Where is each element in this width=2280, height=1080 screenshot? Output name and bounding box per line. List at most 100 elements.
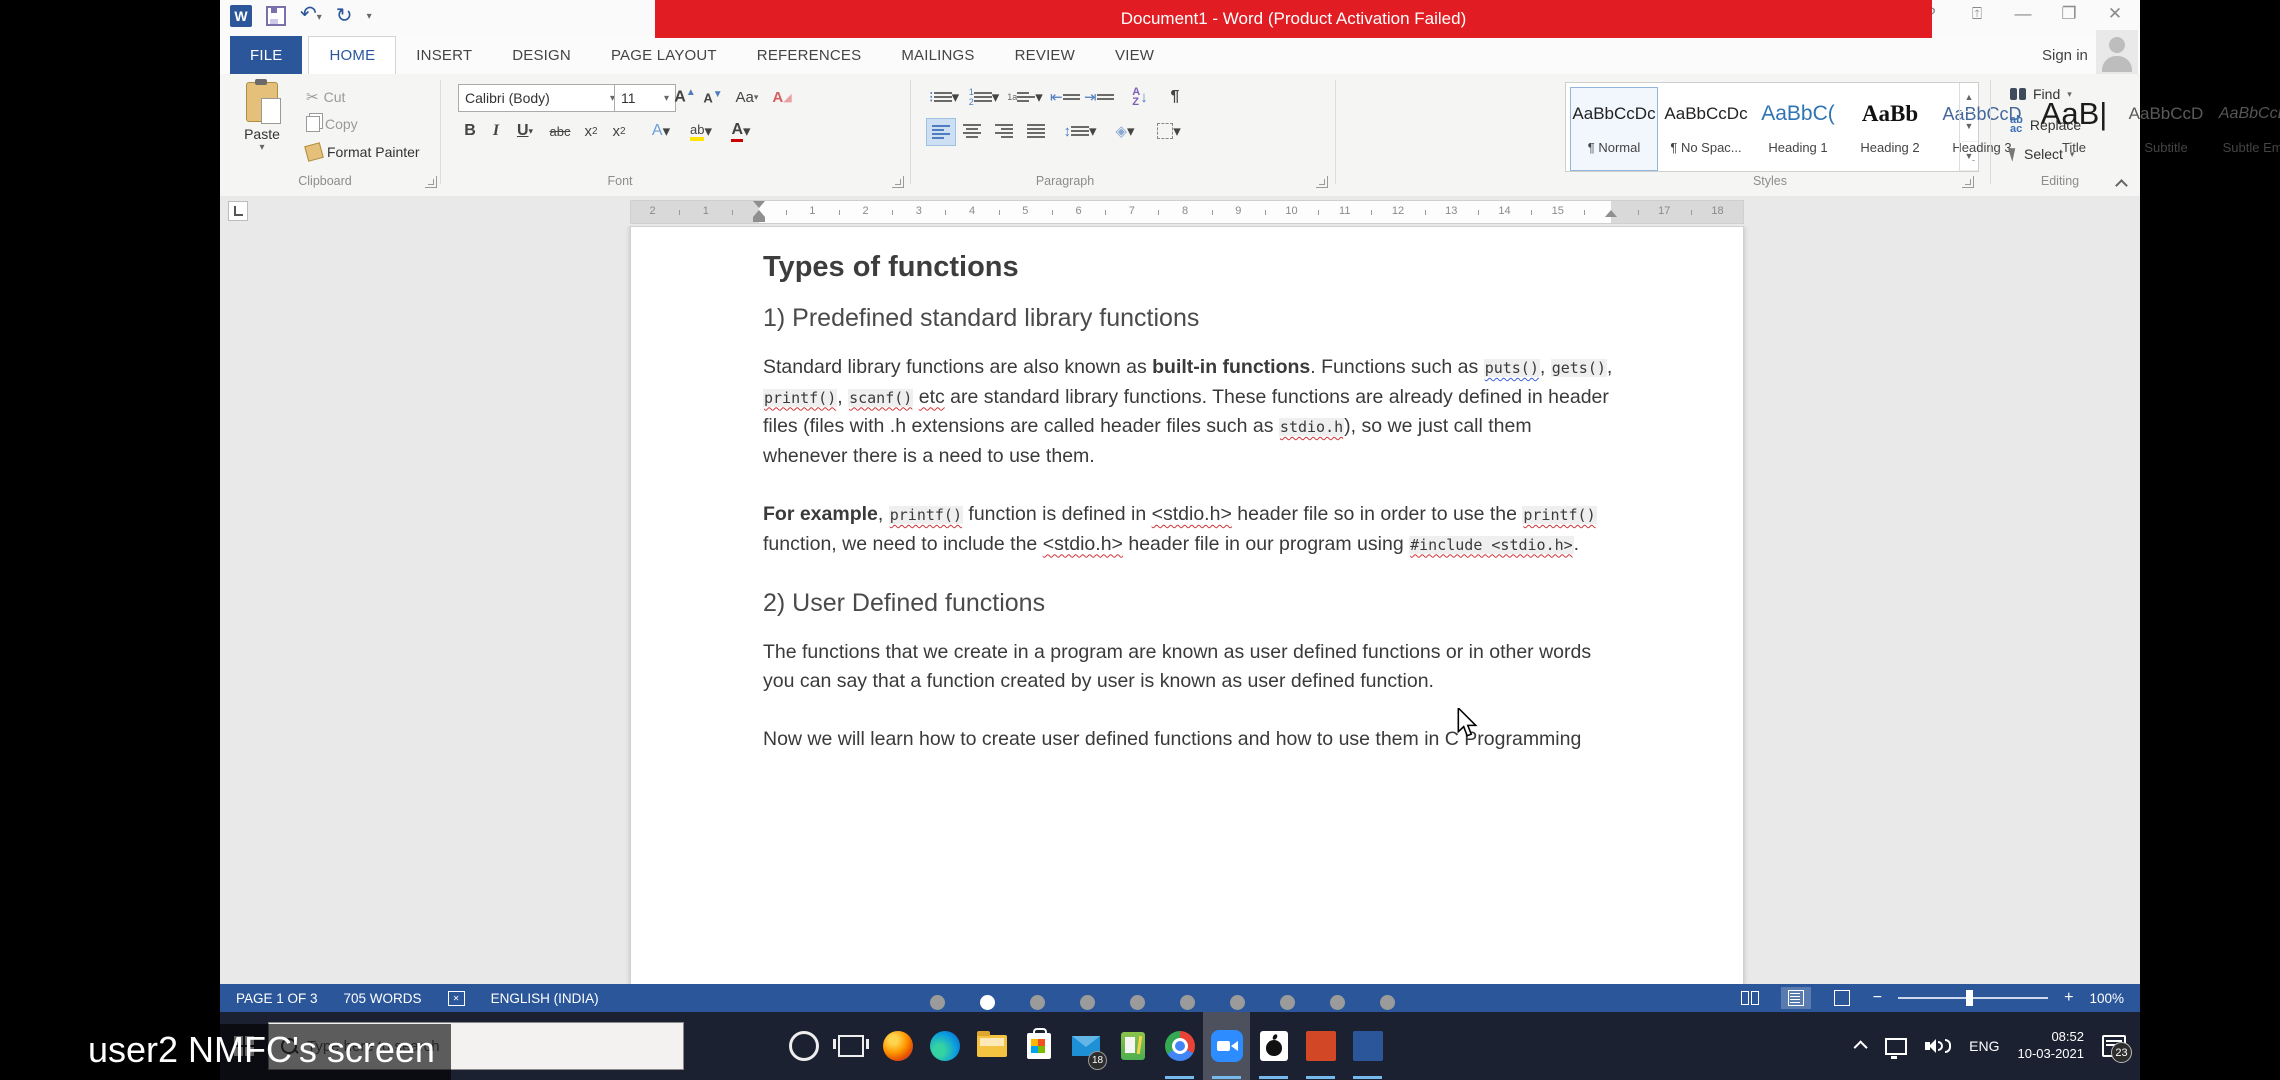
network-icon[interactable]: [1885, 1038, 1907, 1055]
show-hide-pilcrow-button[interactable]: ¶: [1162, 84, 1188, 110]
language-indicator[interactable]: ENGLISH (INDIA): [491, 991, 599, 1006]
clock[interactable]: 08:5210-03-2021: [2018, 1029, 2085, 1063]
undo-icon[interactable]: ↶▾: [300, 4, 322, 28]
align-center-button[interactable]: [958, 118, 986, 144]
format-painter-button[interactable]: Format Painter: [306, 144, 420, 160]
taskbar-app-apple-app[interactable]: [1250, 1012, 1297, 1080]
document-page[interactable]: Types of functions 1) Predefined standar…: [630, 226, 1744, 984]
style-item[interactable]: AaBbCcD Subtitle: [2122, 87, 2210, 171]
save-icon[interactable]: [266, 6, 286, 26]
font-color-button[interactable]: A▾: [724, 118, 758, 144]
proofing-errors-icon[interactable]: ✕: [448, 991, 465, 1006]
shrink-font-button[interactable]: A▼: [700, 84, 726, 110]
text-highlight-button[interactable]: ab▾: [682, 118, 720, 144]
paste-button[interactable]: Paste ▾: [234, 82, 290, 168]
increase-indent-button[interactable]: ⇥: [1084, 84, 1114, 110]
font-dialog-launcher-icon[interactable]: [892, 176, 904, 188]
style-item[interactable]: AaBbCcDc Subtle Em...: [2214, 87, 2280, 171]
style-item[interactable]: AaBbC( Heading 1: [1754, 87, 1842, 171]
close-icon[interactable]: ✕: [2104, 4, 2126, 24]
align-right-button[interactable]: [990, 118, 1018, 144]
ribbon-display-options-icon[interactable]: ⍐: [1966, 4, 1988, 24]
font-size-combo[interactable]: 11▾: [614, 84, 676, 112]
find-button[interactable]: Find▾: [2010, 86, 2072, 102]
redo-icon[interactable]: ↻: [336, 6, 353, 26]
clipboard-dialog-launcher-icon[interactable]: [425, 176, 437, 188]
zoom-level[interactable]: 100%: [2089, 991, 2124, 1006]
zoom-in-button[interactable]: +: [2064, 989, 2073, 1007]
tab-selector[interactable]: [228, 201, 248, 221]
left-indent-marker[interactable]: [753, 217, 765, 222]
styles-scroll-down-icon[interactable]: ▼: [1960, 112, 1978, 141]
speaker-icon[interactable]: [1925, 1039, 1951, 1053]
account-avatar[interactable]: [2096, 30, 2138, 74]
tab-mailings[interactable]: MAILINGS: [881, 36, 994, 74]
taskbar-app-firefox[interactable]: [874, 1012, 921, 1080]
align-left-button[interactable]: [926, 118, 956, 146]
font-family-combo[interactable]: Calibri (Body)▾: [458, 84, 622, 112]
action-center-icon[interactable]: 23: [2102, 1035, 2126, 1057]
web-layout-button[interactable]: [1827, 987, 1857, 1009]
taskbar-app-powerpoint[interactable]: [1297, 1012, 1344, 1080]
tab-home[interactable]: HOME: [308, 36, 396, 74]
strikethrough-button[interactable]: abc: [544, 118, 576, 144]
word-count[interactable]: 705 WORDS: [344, 991, 422, 1006]
underline-button[interactable]: U▾: [510, 118, 540, 144]
copy-button[interactable]: Copy: [306, 116, 358, 132]
language-tray[interactable]: ENG: [1969, 1038, 1999, 1054]
taskbar-app-word[interactable]: [1344, 1012, 1391, 1080]
italic-button[interactable]: I: [484, 118, 508, 144]
collapse-ribbon-icon[interactable]: [2116, 178, 2126, 188]
change-case-button[interactable]: Aa▾: [730, 84, 764, 110]
zoom-out-button[interactable]: −: [1873, 989, 1882, 1007]
taskbar-app-edge[interactable]: [921, 1012, 968, 1080]
clear-formatting-button[interactable]: A◢: [768, 84, 796, 110]
grow-font-button[interactable]: A▲: [672, 84, 698, 110]
right-indent-marker[interactable]: [1605, 210, 1617, 217]
sign-in-link[interactable]: Sign in: [2042, 36, 2088, 74]
tray-expand-icon[interactable]: [1854, 1040, 1868, 1054]
style-item[interactable]: AaBbCcDc ¶ Normal: [1570, 87, 1658, 171]
sort-button[interactable]: AZ↓: [1124, 84, 1156, 110]
restore-icon[interactable]: ❐: [2058, 4, 2080, 24]
horizontal-ruler[interactable]: 211234567891011121314151718: [630, 200, 1744, 224]
tab-file[interactable]: FILE: [230, 36, 302, 74]
subscript-button[interactable]: x2: [578, 118, 604, 144]
tab-insert[interactable]: INSERT: [396, 36, 492, 74]
print-layout-button[interactable]: [1781, 987, 1811, 1009]
select-button[interactable]: Select▾: [2010, 146, 2074, 162]
taskbar-app-mail[interactable]: 18: [1062, 1012, 1109, 1080]
tab-review[interactable]: REVIEW: [995, 36, 1095, 74]
hanging-indent-marker[interactable]: [753, 210, 765, 217]
taskbar-app-cortana[interactable]: [780, 1012, 827, 1080]
taskbar-app-notes-app[interactable]: [1109, 1012, 1156, 1080]
styles-scroll-up-icon[interactable]: ▲: [1960, 83, 1978, 112]
taskbar-app-microsoft-store[interactable]: [1015, 1012, 1062, 1080]
paragraph-dialog-launcher-icon[interactable]: [1316, 176, 1328, 188]
bullets-button[interactable]: ⁝▾: [926, 84, 962, 110]
numbering-button[interactable]: 12▾: [966, 84, 1002, 110]
taskbar-app-task-view[interactable]: [827, 1012, 874, 1080]
taskbar-app-chrome[interactable]: [1156, 1012, 1203, 1080]
borders-button[interactable]: ▾: [1150, 118, 1188, 144]
style-item[interactable]: AaBb Heading 2: [1846, 87, 1934, 171]
minimize-icon[interactable]: —: [2012, 4, 2034, 24]
superscript-button[interactable]: x2: [606, 118, 632, 144]
page-indicator[interactable]: PAGE 1 OF 3: [236, 991, 318, 1006]
tab-design[interactable]: DESIGN: [492, 36, 591, 74]
replace-button[interactable]: abacReplace: [2010, 116, 2081, 134]
styles-more-icon[interactable]: ▼̱: [1960, 142, 1978, 171]
line-spacing-button[interactable]: ↕▾: [1062, 118, 1098, 144]
taskbar-app-zoom[interactable]: [1203, 1012, 1250, 1080]
multilevel-list-button[interactable]: 1a▾: [1006, 84, 1044, 110]
bold-button[interactable]: B: [458, 118, 482, 144]
zoom-slider-handle[interactable]: [1966, 990, 1973, 1006]
tab-page-layout[interactable]: PAGE LAYOUT: [591, 36, 737, 74]
read-mode-button[interactable]: [1735, 987, 1765, 1009]
tab-references[interactable]: REFERENCES: [737, 36, 882, 74]
zoom-slider[interactable]: [1898, 997, 2048, 999]
styles-dialog-launcher-icon[interactable]: [1962, 176, 1974, 188]
style-item[interactable]: AaBbCcDc ¶ No Spac...: [1662, 87, 1750, 171]
cut-button[interactable]: ✂Cut: [306, 88, 345, 106]
shading-button[interactable]: ◈▾: [1106, 118, 1144, 144]
